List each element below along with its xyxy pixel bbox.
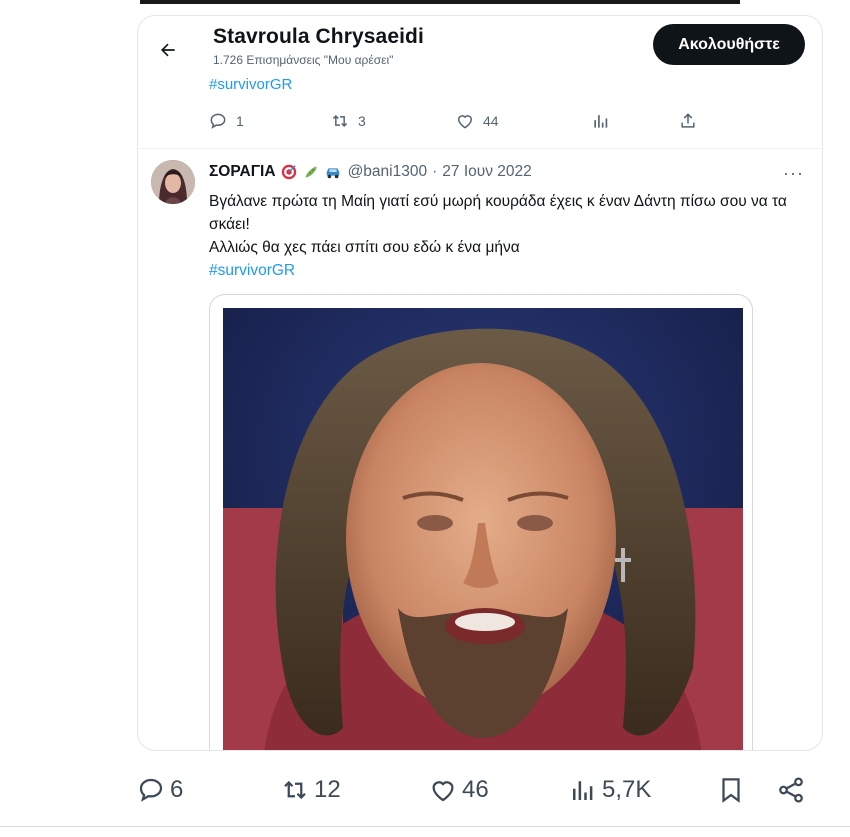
repost-action[interactable]: 3 [330,111,366,131]
bottom-divider [0,826,850,827]
repost-count: 3 [358,113,366,129]
share-icon [681,113,695,128]
media-container[interactable] [209,294,753,750]
views-count: 5,7K [602,776,652,803]
target-emoji-icon [281,164,296,180]
like-count: 44 [483,113,499,129]
follow-button[interactable]: Ακολουθήστε [653,24,805,65]
like-count: 46 [462,776,489,803]
repost-icon [284,780,306,800]
author-handle[interactable]: @bani1300 [348,163,428,181]
likes-count: 1.726 Επισημάνσεις "Μου αρέσει" [213,53,394,67]
share-button[interactable] [776,775,806,805]
like-button[interactable]: 46 [428,775,489,805]
heart-icon [432,781,454,802]
avatar-image [151,160,195,204]
photo-image [223,308,743,750]
author-name[interactable]: ΣΟΡΑΓΙΑ [209,163,276,181]
avatar[interactable] [151,160,195,204]
reply-count: 6 [170,776,184,803]
reply-action[interactable]: 1 [208,111,244,131]
quote-action-bar: 1 3 44 [208,111,728,135]
cucumber-emoji-icon [305,166,317,178]
share-action[interactable] [678,111,698,131]
tweet-text-line-1: Βγάλανε πρώτα τη Μαίη γιατί εσύ μωρή κου… [209,193,787,233]
quoted-post-card[interactable]: Stavroula Chrysaeidi 1.726 Επισημάνσεις … [137,15,823,751]
heart-icon [457,115,473,129]
profile-name[interactable]: Stavroula Chrysaeidi [213,25,424,49]
separator-dot: · [432,163,438,180]
quoted-tweet-header: ΣΟΡΑΓΙΑ @bani1300 · 27 Ιουν 2022 [209,163,532,181]
tweet-photo[interactable] [223,308,743,750]
bookmark-icon [722,778,740,803]
like-action[interactable]: 44 [455,111,499,131]
tweet-text: Βγάλανε πρώτα τη Μαίη γιατί εσύ μωρή κου… [209,190,809,282]
repost-count: 12 [314,776,341,803]
views-action[interactable] [591,111,611,131]
repost-icon [332,114,348,128]
bookmark-button[interactable] [716,775,746,805]
analytics-icon [573,781,593,800]
repost-button[interactable]: 12 [280,775,341,805]
profile-header: Stavroula Chrysaeidi 1.726 Επισημάνσεις … [138,16,822,136]
more-options-button[interactable]: ··· [783,163,804,184]
reply-icon [210,113,226,129]
car-emoji-icon [326,168,339,179]
reply-icon [139,778,163,802]
tweet-hashtag-link[interactable]: #survivorGR [209,259,809,282]
tweet-date[interactable]: 27 Ιουν 2022 [442,163,532,181]
arrow-left-icon [161,43,175,57]
tweet-text-line-2: Αλλιώς θα χες πάει σπίτι σου εδώ κ ένα μ… [209,239,520,256]
reply-button[interactable]: 6 [136,775,183,805]
quoted-tweet[interactable]: ΣΟΡΑΓΙΑ @bani1300 · 27 Ιουν 2022 ··· Βγά… [138,149,822,750]
top-cut-bar [140,0,740,4]
reply-count: 1 [236,113,244,129]
analytics-icon [594,115,608,128]
back-button[interactable] [150,32,186,68]
views-button[interactable]: 5,7K [568,775,651,805]
share-icon [779,777,803,803]
tweet-action-bar: 6 12 46 5,7K [0,765,850,817]
hashtag-link[interactable]: #survivorGR [209,76,292,93]
